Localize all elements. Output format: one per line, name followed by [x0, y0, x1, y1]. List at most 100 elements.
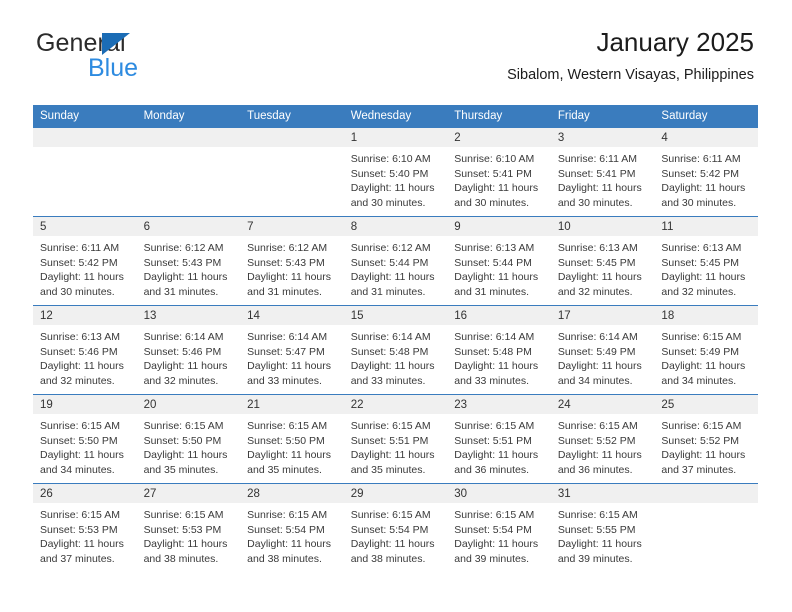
day-number[interactable]: 19 — [33, 395, 137, 414]
calendar-weeks: 1 2 3 4 Sunrise: 6:10 AM Sunset: 5:40 PM Dayli… — [33, 128, 758, 572]
day-number[interactable]: 30 — [447, 484, 551, 503]
day-number[interactable]: 31 — [551, 484, 655, 503]
calendar-cell[interactable]: Sunrise: 6:15 AM Sunset: 5:54 PM Daylight:… — [344, 503, 448, 572]
day-number[interactable]: 6 — [137, 217, 241, 236]
sunrise-text: Sunrise: 6:15 AM — [40, 509, 120, 521]
calendar-cell[interactable]: Sunrise: 6:11 AM Sunset: 5:41 PM Daylight:… — [551, 147, 655, 216]
day-number[interactable]: 10 — [551, 217, 655, 236]
calendar-cell[interactable]: Sunrise: 6:14 AM Sunset: 5:49 PM Daylight:… — [551, 325, 655, 394]
day-number[interactable]: 15 — [344, 306, 448, 325]
page-subtitle: Sibalom, Western Visayas, Philippines — [507, 67, 754, 83]
day-number[interactable]: 29 — [344, 484, 448, 503]
daylight-text: Daylight: 11 hours and 36 minutes. — [557, 449, 642, 476]
day-number[interactable]: 23 — [447, 395, 551, 414]
calendar-cell[interactable]: Sunrise: 6:15 AM Sunset: 5:51 PM Daylight:… — [344, 414, 448, 483]
calendar-cell[interactable]: Sunrise: 6:15 AM Sunset: 5:53 PM Daylight:… — [33, 503, 137, 572]
daylight-text: Daylight: 11 hours and 30 minutes. — [557, 182, 642, 209]
day-number[interactable]: 26 — [33, 484, 137, 503]
calendar-cell[interactable]: Sunrise: 6:14 AM Sunset: 5:47 PM Daylight:… — [240, 325, 344, 394]
week-detail-band: Sunrise: 6:11 AM Sunset: 5:42 PM Daylight:… — [33, 236, 758, 305]
daylight-text: Daylight: 11 hours and 35 minutes. — [350, 449, 435, 476]
calendar-cell[interactable]: Sunrise: 6:11 AM Sunset: 5:42 PM Daylight:… — [654, 147, 758, 216]
day-number[interactable]: 17 — [551, 306, 655, 325]
calendar-cell[interactable]: Sunrise: 6:11 AM Sunset: 5:42 PM Daylight:… — [33, 236, 137, 305]
sunset-text: Sunset: 5:53 PM — [143, 523, 222, 536]
calendar-cell[interactable]: Sunrise: 6:13 AM Sunset: 5:45 PM Daylight:… — [654, 236, 758, 305]
day-number[interactable]: 7 — [240, 217, 344, 236]
sunrise-text: Sunrise: 6:13 AM — [557, 242, 638, 254]
calendar-cell[interactable]: Sunrise: 6:10 AM Sunset: 5:41 PM Daylight:… — [447, 147, 551, 216]
calendar-cell[interactable]: Sunrise: 6:15 AM Sunset: 5:52 PM Daylight:… — [654, 414, 758, 483]
calendar-cell[interactable]: Sunrise: 6:15 AM Sunset: 5:50 PM Daylight:… — [33, 414, 137, 483]
day-number[interactable]: 28 — [240, 484, 344, 503]
calendar-cell[interactable]: Sunrise: 6:15 AM Sunset: 5:54 PM Daylight:… — [447, 503, 551, 572]
day-number[interactable]: 14 — [240, 306, 344, 325]
sunrise-text: Sunrise: 6:15 AM — [661, 331, 742, 343]
daylight-text: Daylight: 11 hours and 34 minutes. — [661, 360, 746, 387]
calendar-cell[interactable]: Sunrise: 6:13 AM Sunset: 5:46 PM Daylight:… — [33, 325, 137, 394]
calendar-cell[interactable]: Sunrise: 6:15 AM Sunset: 5:49 PM Daylight:… — [654, 325, 758, 394]
sunset-text: Sunset: 5:51 PM — [350, 434, 429, 447]
calendar-cell[interactable]: Sunrise: 6:15 AM Sunset: 5:50 PM Daylight:… — [137, 414, 241, 483]
sunset-text: Sunset: 5:43 PM — [247, 256, 325, 269]
daylight-text: Daylight: 11 hours and 33 minutes. — [247, 360, 331, 387]
day-number[interactable]: 4 — [654, 128, 758, 147]
day-number[interactable]: 12 — [33, 306, 137, 325]
calendar-cell[interactable]: Sunrise: 6:14 AM Sunset: 5:48 PM Daylight:… — [447, 325, 551, 394]
daylight-text: Daylight: 11 hours and 38 minutes. — [350, 538, 435, 565]
calendar-week-row: 19 20 21 22 23 24 25 Sunrise: 6:15 AM Sunset: 5:… — [33, 394, 758, 483]
sunrise-text: Sunrise: 6:15 AM — [557, 509, 638, 521]
weekday-header-row: Sunday Monday Tuesday Wednesday Thursday Frid… — [33, 105, 758, 128]
page-header: General Blue January 2025 Sibalom, Weste… — [0, 0, 792, 83]
sunrise-text: Sunrise: 6:11 AM — [40, 242, 120, 254]
sunset-text: Sunset: 5:49 PM — [661, 345, 740, 358]
sunset-text: Sunset: 5:52 PM — [661, 434, 740, 447]
calendar-cell[interactable]: Sunrise: 6:13 AM Sunset: 5:45 PM Daylight:… — [551, 236, 655, 305]
day-number[interactable]: 5 — [33, 217, 137, 236]
day-number[interactable]: 16 — [447, 306, 551, 325]
calendar-cell[interactable]: Sunrise: 6:12 AM Sunset: 5:43 PM Daylight:… — [137, 236, 241, 305]
weekday-header-sunday: Sunday — [40, 110, 80, 122]
day-number[interactable]: 3 — [551, 128, 655, 147]
weekday-header-friday: Friday — [557, 110, 590, 122]
day-number[interactable]: 27 — [137, 484, 241, 503]
daylight-text: Daylight: 11 hours and 37 minutes. — [40, 538, 124, 565]
day-number[interactable]: 13 — [137, 306, 241, 325]
sunset-text: Sunset: 5:51 PM — [454, 434, 532, 447]
calendar-cell[interactable]: Sunrise: 6:15 AM Sunset: 5:54 PM Daylight:… — [240, 503, 344, 572]
calendar-cell[interactable]: Sunrise: 6:15 AM Sunset: 5:51 PM Daylight:… — [447, 414, 551, 483]
day-number[interactable]: 1 — [344, 128, 448, 147]
day-number[interactable]: 21 — [240, 395, 344, 414]
day-number[interactable]: 25 — [654, 395, 758, 414]
daylight-text: Daylight: 11 hours and 30 minutes. — [661, 182, 746, 209]
calendar-cell[interactable]: Sunrise: 6:15 AM Sunset: 5:53 PM Daylight:… — [137, 503, 241, 572]
day-number[interactable]: 18 — [654, 306, 758, 325]
day-number[interactable]: 11 — [654, 217, 758, 236]
day-number[interactable]: 24 — [551, 395, 655, 414]
weekday-header-saturday: Saturday — [661, 110, 708, 122]
calendar-cell[interactable]: Sunrise: 6:10 AM Sunset: 5:40 PM Daylight:… — [344, 147, 448, 216]
sunset-text: Sunset: 5:48 PM — [454, 345, 532, 358]
day-number[interactable]: 20 — [137, 395, 241, 414]
calendar-cell[interactable]: Sunrise: 6:15 AM Sunset: 5:55 PM Daylight:… — [551, 503, 655, 572]
calendar-cell[interactable]: Sunrise: 6:15 AM Sunset: 5:50 PM Daylight:… — [240, 414, 344, 483]
sunrise-text: Sunrise: 6:15 AM — [350, 420, 431, 432]
daylight-text: Daylight: 11 hours and 33 minutes. — [350, 360, 435, 387]
day-number[interactable]: 22 — [344, 395, 448, 414]
calendar-week-row: 12 13 14 15 16 17 18 Sunrise: 6:13 AM Sunset: 5:… — [33, 305, 758, 394]
calendar-cell[interactable]: Sunrise: 6:12 AM Sunset: 5:43 PM Daylight:… — [240, 236, 344, 305]
daylight-text: Daylight: 11 hours and 35 minutes. — [247, 449, 331, 476]
general-blue-logo[interactable]: General Blue — [36, 30, 236, 86]
daylight-text: Daylight: 11 hours and 32 minutes. — [557, 271, 642, 298]
calendar-cell[interactable]: Sunrise: 6:12 AM Sunset: 5:44 PM Daylight:… — [344, 236, 448, 305]
day-number[interactable]: 9 — [447, 217, 551, 236]
sunrise-text: Sunrise: 6:15 AM — [247, 509, 328, 521]
calendar-cell[interactable]: Sunrise: 6:14 AM Sunset: 5:48 PM Daylight:… — [344, 325, 448, 394]
weekday-header-monday: Monday — [143, 110, 185, 122]
day-number[interactable]: 2 — [447, 128, 551, 147]
calendar-cell-empty — [33, 147, 137, 216]
calendar-cell[interactable]: Sunrise: 6:15 AM Sunset: 5:52 PM Daylight:… — [551, 414, 655, 483]
day-number[interactable]: 8 — [344, 217, 448, 236]
calendar-cell[interactable]: Sunrise: 6:14 AM Sunset: 5:46 PM Daylight:… — [137, 325, 241, 394]
calendar-cell[interactable]: Sunrise: 6:13 AM Sunset: 5:44 PM Daylight:… — [447, 236, 551, 305]
